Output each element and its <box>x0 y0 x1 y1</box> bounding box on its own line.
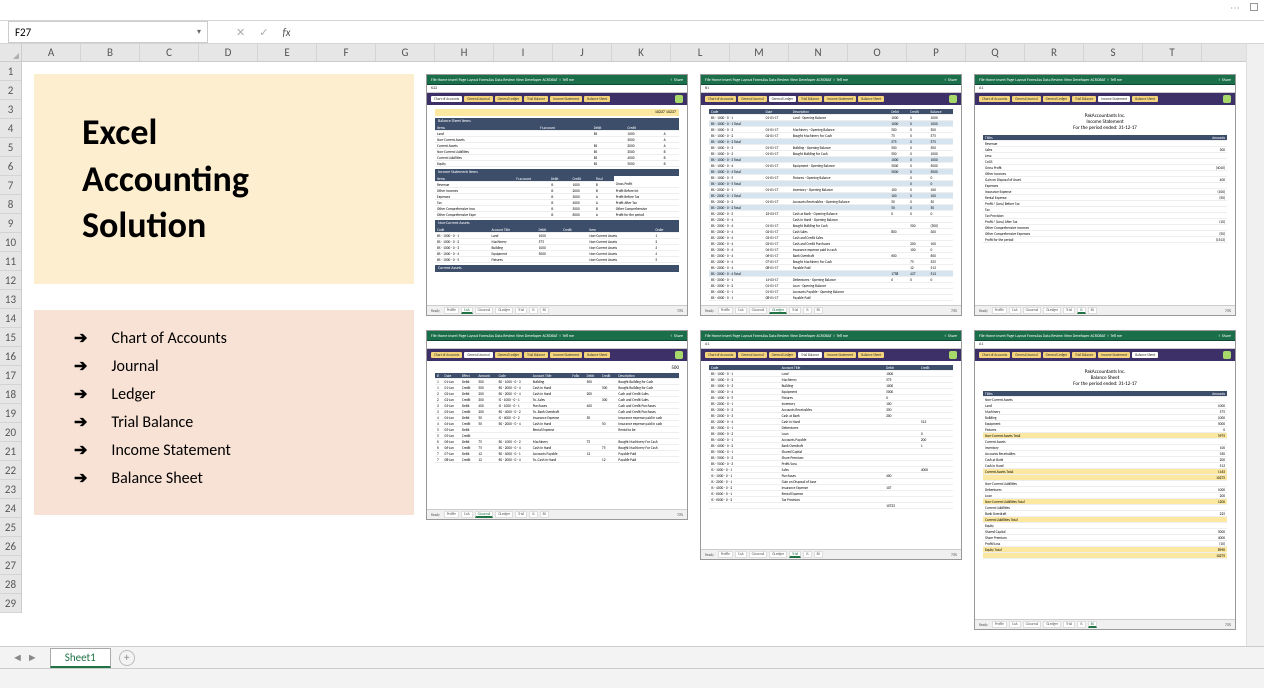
row-header[interactable]: 13 <box>0 290 21 309</box>
column-header[interactable]: R <box>1025 44 1084 61</box>
name-box[interactable]: F27 ▾ <box>8 21 208 43</box>
column-header[interactable]: H <box>435 44 494 61</box>
column-header[interactable]: P <box>907 44 966 61</box>
name-box-value: F27 <box>15 26 31 39</box>
title-line-3: Solution <box>82 202 414 249</box>
row-header[interactable]: 25 <box>0 518 21 537</box>
title-block: Excel Accounting Solution <box>34 74 414 284</box>
row-header[interactable]: 7 <box>0 176 21 195</box>
thumbnail-income-statement: File Home Insert Page Layout Formulas Da… <box>974 74 1236 316</box>
thumbnail-chart-of-accounts: File Home Insert Page Layout Formulas Da… <box>426 74 688 316</box>
title-line-1: Excel <box>82 109 414 156</box>
row-header[interactable]: 28 <box>0 575 21 594</box>
sheet-tab-active[interactable]: Sheet1 <box>50 648 111 668</box>
list-item: ➔Income Statement <box>74 440 374 460</box>
arrow-icon: ➔ <box>74 328 87 348</box>
accept-icon[interactable]: ✓ <box>259 26 268 39</box>
thumbnail-general-journal: File Home Insert Page Layout Formulas Da… <box>426 330 688 520</box>
column-header[interactable]: S <box>1084 44 1143 61</box>
column-header[interactable]: Q <box>966 44 1025 61</box>
row-header[interactable]: 10 <box>0 233 21 252</box>
column-header[interactable]: E <box>258 44 317 61</box>
maximize-icon[interactable] <box>1250 3 1258 11</box>
row-header[interactable]: 20 <box>0 423 21 442</box>
list-item: ➔Trial Balance <box>74 412 374 432</box>
row-header[interactable]: 21 <box>0 442 21 461</box>
row-header[interactable]: 19 <box>0 404 21 423</box>
worksheet-grid[interactable]: Excel Accounting Solution ➔Chart of Acco… <box>22 62 1246 646</box>
row-header[interactable]: 5 <box>0 138 21 157</box>
row-header[interactable]: 12 <box>0 271 21 290</box>
row-header[interactable]: 15 <box>0 328 21 347</box>
row-headers[interactable]: 1234567891011121314151617181920212223242… <box>0 62 22 613</box>
list-item: ➔Ledger <box>74 384 374 404</box>
row-header[interactable]: 3 <box>0 100 21 119</box>
column-header[interactable]: I <box>494 44 553 61</box>
list-item: ➔Journal <box>74 356 374 376</box>
sheet-tabs: ◄► Sheet1 + <box>0 646 1264 668</box>
row-header[interactable]: 16 <box>0 347 21 366</box>
column-header[interactable]: F <box>317 44 376 61</box>
row-header[interactable]: 11 <box>0 252 21 271</box>
row-header[interactable]: 26 <box>0 537 21 556</box>
row-header[interactable]: 24 <box>0 499 21 518</box>
select-all-corner[interactable] <box>0 44 22 62</box>
row-header[interactable]: 27 <box>0 556 21 575</box>
column-header[interactable]: N <box>789 44 848 61</box>
row-header[interactable]: 9 <box>0 214 21 233</box>
cancel-icon[interactable]: ✕ <box>236 26 245 39</box>
column-header[interactable]: L <box>671 44 730 61</box>
column-header[interactable]: G <box>376 44 435 61</box>
column-header[interactable]: M <box>730 44 789 61</box>
column-header[interactable]: O <box>848 44 907 61</box>
column-header[interactable]: C <box>140 44 199 61</box>
formula-input[interactable] <box>291 21 1264 43</box>
row-header[interactable]: 1 <box>0 62 21 81</box>
fx-icon[interactable]: fx <box>282 26 290 39</box>
row-header[interactable]: 22 <box>0 461 21 480</box>
arrow-icon: ➔ <box>74 440 87 460</box>
feature-list: ➔Chart of Accounts ➔Journal ➔Ledger ➔Trial … <box>34 310 414 515</box>
thumbnail-general-ledger: File Home Insert Page Layout Formulas Da… <box>700 74 962 316</box>
arrow-icon: ➔ <box>74 412 87 432</box>
thumbnail-balance-sheet: File Home Insert Page Layout Formulas Da… <box>974 330 1236 630</box>
chevron-down-icon[interactable]: ▾ <box>197 27 201 37</box>
sheet-nav[interactable]: ◄► <box>12 651 38 664</box>
list-item: ➔Balance Sheet <box>74 468 374 488</box>
add-sheet-button[interactable]: + <box>119 650 135 666</box>
arrow-icon: ➔ <box>74 384 87 404</box>
row-header[interactable]: 14 <box>0 309 21 328</box>
row-header[interactable]: 23 <box>0 480 21 499</box>
formula-bar: F27 ▾ ✕ ✓ fx <box>0 20 1264 44</box>
more-icon[interactable]: ⋯ <box>1230 1 1240 14</box>
arrow-icon: ➔ <box>74 356 87 376</box>
row-header[interactable]: 6 <box>0 157 21 176</box>
row-header[interactable]: 17 <box>0 366 21 385</box>
window-controls: ⋯ <box>1230 0 1258 14</box>
column-header[interactable]: A <box>22 44 81 61</box>
title-line-2: Accounting <box>82 156 414 203</box>
row-header[interactable]: 8 <box>0 195 21 214</box>
column-header[interactable]: B <box>81 44 140 61</box>
thumbnail-trial-balance: File Home Insert Page Layout Formulas Da… <box>700 330 962 560</box>
row-header[interactable]: 29 <box>0 594 21 613</box>
list-item: ➔Chart of Accounts <box>74 328 374 348</box>
column-header[interactable]: D <box>199 44 258 61</box>
vertical-scrollbar[interactable] <box>1246 44 1264 646</box>
arrow-icon: ➔ <box>74 468 87 488</box>
column-header[interactable]: J <box>553 44 612 61</box>
column-header[interactable]: K <box>612 44 671 61</box>
status-bar <box>0 668 1264 688</box>
formula-controls: ✕ ✓ fx <box>236 26 291 39</box>
row-header[interactable]: 4 <box>0 119 21 138</box>
row-header[interactable]: 18 <box>0 385 21 404</box>
row-header[interactable]: 2 <box>0 81 21 100</box>
column-headers[interactable]: ABCDEFGHIJKLMNOPQRST <box>22 44 1246 62</box>
column-header[interactable]: T <box>1143 44 1202 61</box>
